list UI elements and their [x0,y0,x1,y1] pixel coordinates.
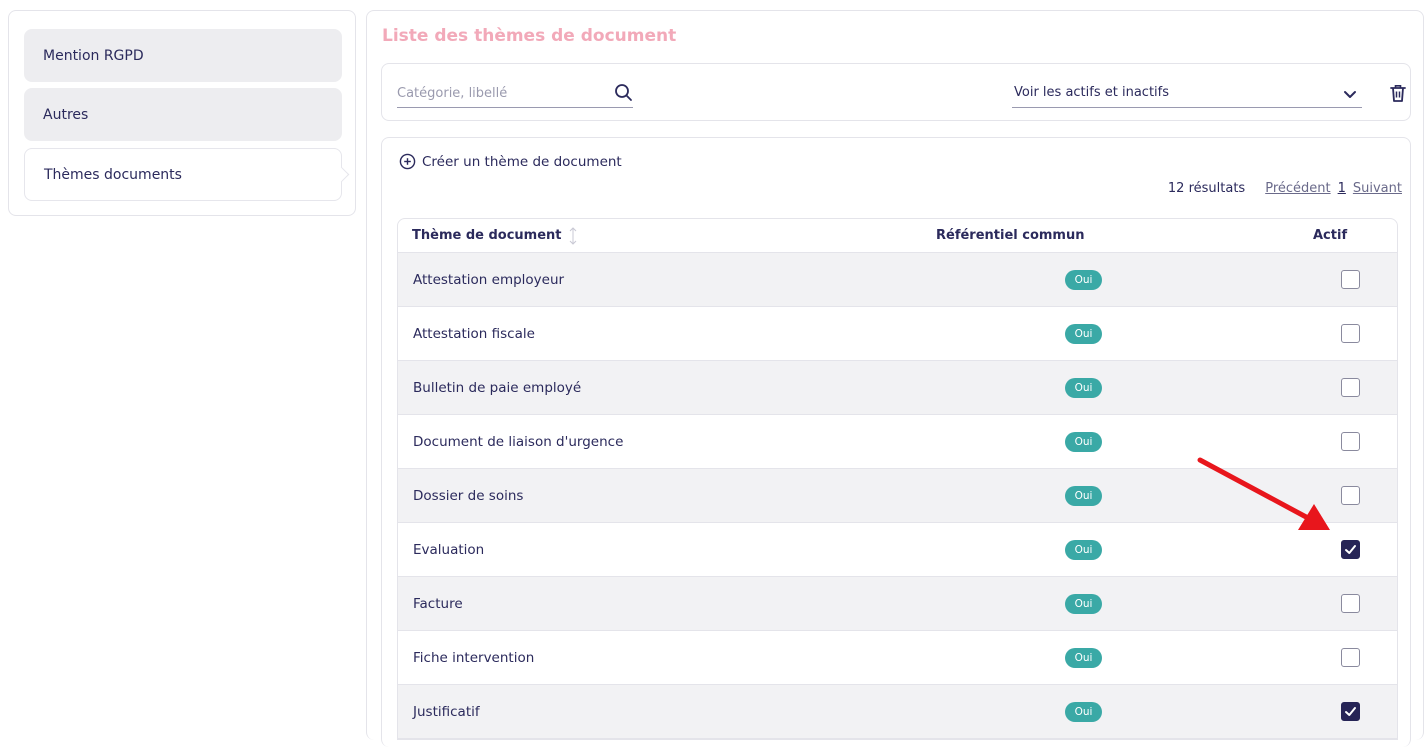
theme-name: Bulletin de paie employé [413,380,582,396]
themes-table: Thème de document Référentiel commun Act… [397,218,1398,740]
main-panel: Liste des thèmes de document Voir les ac… [366,10,1424,747]
pagination: 12 résultats Précédent 1 Suivant [1168,181,1402,196]
theme-name: Document de liaison d'urgence [413,434,624,450]
actif-checkbox[interactable] [1341,594,1360,613]
column-header-label: Thème de document [412,228,562,243]
create-theme-label: Créer un thème de document [422,153,622,170]
column-header-theme[interactable]: Thème de document [412,226,578,246]
table-row: Facture Oui [398,577,1397,631]
table-row: Bulletin de paie employé Oui [398,361,1397,415]
referentiel-badge: Oui [1065,486,1102,506]
theme-name: Justificatif [413,704,480,720]
create-theme-button[interactable]: Créer un thème de document [399,153,622,170]
referentiel-badge: Oui [1065,378,1102,398]
sidebar-item-mention-rgpd[interactable]: Mention RGPD [24,29,342,82]
table-header: Thème de document Référentiel commun Act… [398,219,1397,253]
referentiel-badge: Oui [1065,594,1102,614]
filter-bar: Voir les actifs et inactifs [381,63,1411,121]
referentiel-badge: Oui [1065,324,1102,344]
previous-page-link[interactable]: Précédent [1265,181,1330,196]
actif-checkbox[interactable] [1341,432,1360,451]
referentiel-badge: Oui [1065,648,1102,668]
theme-name: Facture [413,596,463,612]
theme-name: Attestation fiscale [413,326,535,342]
actif-checkbox[interactable] [1341,648,1360,667]
table-row: Fiche intervention Oui [398,631,1397,685]
search-icon[interactable] [613,82,633,102]
sort-icon [569,226,576,245]
table-row: Evaluation Oui [398,523,1397,577]
sidebar-item-themes-documents[interactable]: Thèmes documents [24,148,342,201]
plus-circle-icon [399,153,416,170]
sidebar-item-label: Mention RGPD [43,47,144,64]
table-row: Attestation employeur Oui [398,253,1397,307]
actif-checkbox[interactable] [1341,378,1360,397]
chevron-down-icon [1344,91,1356,98]
page-title: Liste des thèmes de document [382,26,677,46]
status-select[interactable]: Voir les actifs et inactifs [1012,82,1362,108]
search-field [397,82,633,108]
actif-checkbox[interactable] [1341,540,1360,559]
status-select-value: Voir les actifs et inactifs [1014,85,1169,100]
checkmark-icon [1345,707,1356,716]
theme-name: Dossier de soins [413,488,524,504]
table-body: Attestation employeur Oui Attestation fisc… [398,253,1397,739]
column-header-referentiel: Référentiel commun [936,228,1085,243]
sidebar-item-autres[interactable]: Autres [24,88,342,141]
theme-name: Attestation employeur [413,272,565,288]
trash-icon[interactable] [1389,83,1407,103]
settings-sidebar: Mention RGPD Autres Thèmes documents [8,10,356,216]
column-header-actif: Actif [1313,228,1348,243]
current-page: 1 [1337,181,1346,196]
actif-checkbox[interactable] [1341,702,1360,721]
referentiel-badge: Oui [1065,702,1102,722]
table-row: Attestation fiscale Oui [398,307,1397,361]
table-row: Dossier de soins Oui [398,469,1397,523]
theme-name: Fiche intervention [413,650,535,666]
list-card: Créer un thème de document 12 résultats … [381,137,1411,747]
table-row: Document de liaison d'urgence Oui [398,415,1397,469]
next-page-link[interactable]: Suivant [1353,181,1402,196]
actif-checkbox[interactable] [1341,324,1360,343]
search-input[interactable] [397,86,597,101]
referentiel-badge: Oui [1065,432,1102,452]
checkmark-icon [1345,545,1356,554]
referentiel-badge: Oui [1065,270,1102,290]
referentiel-badge: Oui [1065,540,1102,560]
theme-name: Evaluation [413,542,485,558]
actif-checkbox[interactable] [1341,486,1360,505]
result-count: 12 résultats [1167,181,1246,196]
actif-checkbox[interactable] [1341,270,1360,289]
sidebar-item-label: Thèmes documents [44,166,182,183]
sidebar-item-label: Autres [43,106,89,123]
